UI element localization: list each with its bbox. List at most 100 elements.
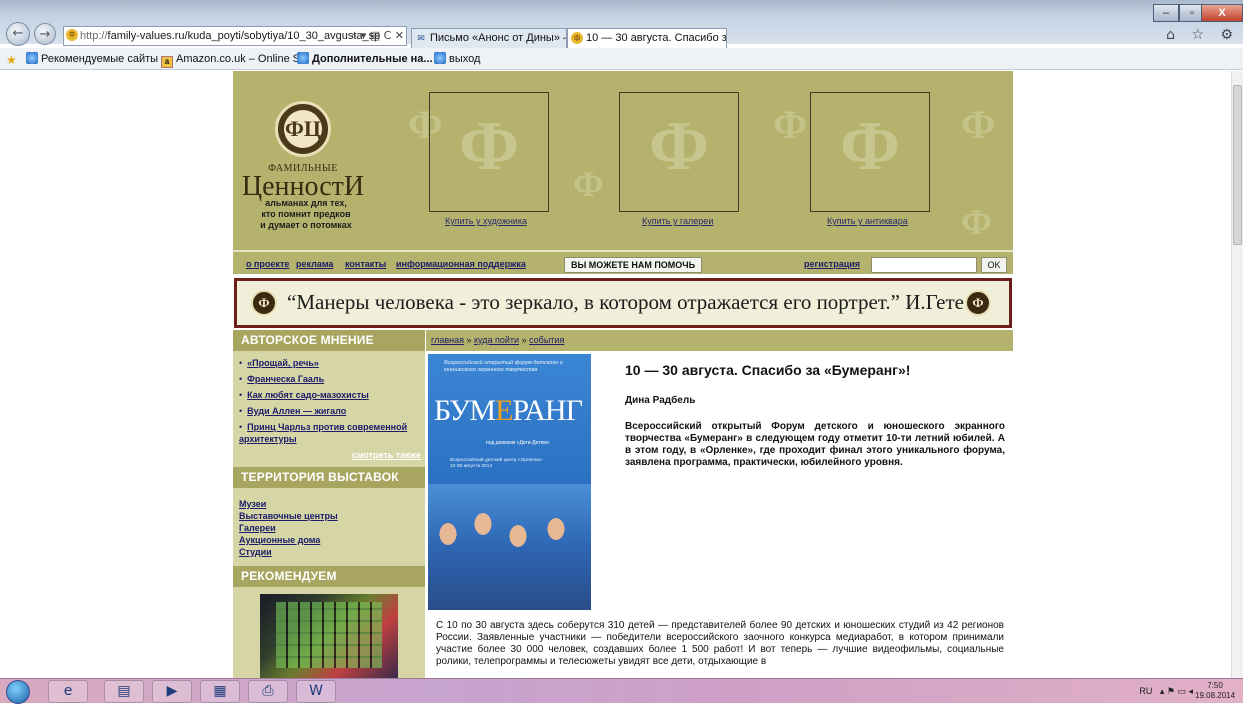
opinion-link[interactable]: «Прощай, речь» [247,358,319,368]
word-taskbar-icon[interactable]: W [296,680,336,703]
ie-page-icon [297,52,309,64]
tray-icons[interactable]: ▴ ⚑ ▭ ◂ [1160,686,1193,696]
ok-button[interactable]: OK [981,257,1007,273]
address-bar-controls[interactable]: ⌕ ▾ ▤ C ✕ [351,27,404,45]
calculator-taskbar-icon[interactable]: ▦ [200,680,240,703]
tab-label: 10 — 30 августа. Спасибо з... [586,32,727,44]
ie-page-icon [434,52,446,64]
territory-link[interactable]: Выставочные центры [239,511,338,521]
buy-from-antique-link[interactable]: Купить у антиквара [827,216,908,226]
opinion-link[interactable]: Франческа Гааль [247,374,324,384]
register-link[interactable]: регистрация [804,259,860,269]
breadcrumb-events[interactable]: события [529,335,564,345]
tab-article[interactable]: Ф 10 — 30 августа. Спасибо з... ✕ [567,28,727,48]
favorites-bar: ★ Рекомендуемые сайты ▾ a Amazon.co.uk – … [0,48,1243,70]
territory-link[interactable]: Галереи [239,523,276,533]
recommended-image[interactable] [260,594,398,678]
language-indicator[interactable]: RU [1139,686,1152,696]
territory-link[interactable]: Аукционные дома [239,535,320,545]
bg-emblem-icon: Ф [773,102,808,147]
fav-additional[interactable]: Дополнительные на... ▾ [297,48,441,70]
breadcrumb-where-to-go[interactable]: куда пойти [474,335,519,345]
shop-box-antique[interactable]: Ф [810,92,930,212]
article: Всероссийский открытый форум детского и … [426,352,1013,678]
poster-photo [428,484,591,610]
back-arrow-icon: ← [12,26,24,41]
system-tray: RU ▴ ⚑ ▭ ◂ [1139,686,1193,697]
article-title: 10 — 30 августа. Спасибо за «Бумеранг»! [625,362,911,378]
ie-taskbar-icon[interactable]: e [48,680,88,703]
opinion-link[interactable]: Вуди Аллен — жигало [247,406,346,416]
media-player-taskbar-icon[interactable]: ▶ [152,680,192,703]
close-window-button[interactable]: X [1201,4,1243,22]
opinion-link[interactable]: Как любят садо-мазохисты [247,390,369,400]
ie-page-icon [26,52,38,64]
tab-mail[interactable]: ✉ Письмо «Анонс от Дины» — ... [411,28,567,48]
tagline-line: и думает о потомках [260,220,352,230]
explorer-taskbar-icon[interactable]: ▤ [104,680,144,703]
list-item: • Как любят садо-мазохисты [239,390,369,400]
clock[interactable]: 7:50 19.08.2014 [1195,681,1235,701]
breadcrumb-home[interactable]: главная [431,335,464,345]
see-also-link[interactable]: смотреть также [352,450,421,460]
emblem-placeholder-icon: Ф [839,108,901,185]
territory-list: Музеи Выставочные центры Галереи Аукцион… [239,498,423,558]
help-us-button[interactable]: ВЫ МОЖЕТЕ НАМ ПОМОЧЬ [564,257,703,273]
event-poster-image[interactable]: Всероссийский открытый форум детского и … [428,354,591,610]
list-item: • «Прощай, речь» [239,358,319,368]
nav-about[interactable]: о проекте [246,259,289,269]
quote-emblem-icon: Ф [965,290,991,316]
buy-from-gallery-link[interactable]: Купить у галереи [642,216,713,226]
back-button[interactable]: ← [6,22,30,46]
opinion-heading: АВТОРСКОЕ МНЕНИЕ [233,330,425,351]
quote-banner: Ф “Манеры человека - это зеркало, в кото… [234,278,1012,328]
opinion-link[interactable]: Принц Чарльз против современной архитект… [239,422,407,444]
site-nav: о проекте реклама контакты информационна… [233,250,1013,274]
bg-emblem-icon: Ф [961,202,992,242]
login-input[interactable] [871,257,977,273]
recommend-heading: РЕКОМЕНДУЕМ [233,566,425,587]
nav-ads[interactable]: реклама [296,259,333,269]
favorites-star-icon[interactable]: ★ [6,48,20,70]
quote-emblem-icon: Ф [251,290,277,316]
logo-monogram: ФЦ [284,110,322,148]
poster-header: Всероссийский открытый форум детского и … [444,360,563,373]
list-item: • Вуди Аллен — жигало [239,406,347,416]
address-bar[interactable]: Ф http://family-values.ru/kuda_poyti/sob… [63,26,407,46]
mail-icon: ✉ [417,33,425,43]
page-scrollbar[interactable] [1231,71,1243,678]
fav-amazon[interactable]: a Amazon.co.uk – Online S... [161,48,309,70]
nav-contacts[interactable]: контакты [345,259,386,269]
fav-recommended-sites[interactable]: Рекомендуемые сайты ▾ [26,48,167,70]
buy-from-artist-link[interactable]: Купить у художника [445,216,527,226]
amazon-icon: a [161,56,173,68]
nav-info-support[interactable]: информационная поддержка [396,259,526,269]
territory-link[interactable]: Студии [239,547,272,557]
minimize-button[interactable]: – [1153,4,1179,22]
shop-box-artist[interactable]: Ф [429,92,549,212]
fav-exit[interactable]: выход [434,48,480,70]
site-favicon-icon: Ф [571,32,583,44]
site-favicon-icon: Ф [66,29,78,41]
clock-date: 19.08.2014 [1195,691,1236,700]
forward-button[interactable]: → [34,23,56,45]
poster-subtitle: под девизом «Дети-Детям» [486,440,550,446]
territory-link[interactable]: Музеи [239,499,266,509]
scroll-thumb[interactable] [1233,85,1242,245]
fav-label: выход [449,53,481,65]
shop-box-gallery[interactable]: Ф [619,92,739,212]
bg-emblem-icon: Ф [573,164,604,204]
emblem-placeholder-icon: Ф [648,108,710,185]
fav-label: Дополнительные на... ▾ [312,53,442,65]
opinion-list: • «Прощай, речь» • Франческа Гааль • Как… [239,357,423,445]
windows-taskbar: e ▤ ▶ ▦ ⎙ W RU ▴ ⚑ ▭ ◂ 7:50 19.08.2014 [0,678,1243,704]
logo-emblem[interactable]: ФЦ [275,101,331,157]
forward-arrow-icon: → [39,27,51,42]
page-viewport: Ф Ф Ф Ф Ф ФЦ ФАМИЛЬНЫЕ ЦенностИ альманах… [0,71,1243,678]
start-button[interactable] [6,680,30,704]
home-favorites-settings-icons[interactable]: ⌂ ☆ ⚙ [1166,27,1239,43]
printer-taskbar-icon[interactable]: ⎙ [248,680,288,703]
poster-title: БУМЕРАНГ [434,394,583,427]
list-item: • Франческа Гааль [239,374,325,384]
fav-label: Рекомендуемые сайты ▾ [41,53,167,65]
